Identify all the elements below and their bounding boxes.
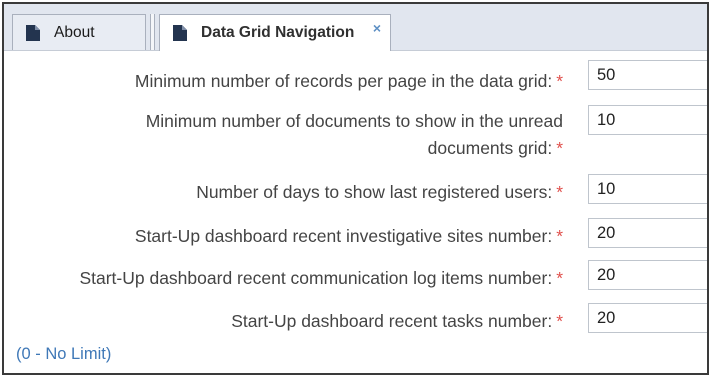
tab-divider [150, 14, 155, 50]
settings-panel: About Data Grid Navigation × Minimum num… [2, 2, 709, 375]
field-label-text: Minimum number of records per page in th… [134, 71, 553, 91]
document-icon [173, 25, 187, 41]
no-limit-note: (0 - No Limit) [16, 345, 112, 363]
field-label: Minimum number of documents to show in t… [146, 108, 563, 162]
tab-about[interactable]: About [12, 14, 146, 50]
required-asterisk: * [556, 182, 563, 202]
field-label-text: Number of days to show last registered u… [196, 182, 553, 202]
recent-sites-input[interactable] [588, 218, 707, 248]
field-label-text: Start-Up dashboard recent tasks number: [231, 311, 553, 331]
required-asterisk: * [556, 71, 563, 91]
field-label: Start-Up dashboard recent investigative … [135, 223, 563, 250]
required-asterisk: * [556, 138, 563, 158]
tab-data-grid-navigation[interactable]: Data Grid Navigation × [159, 14, 391, 51]
field-label: Minimum number of records per page in th… [135, 68, 563, 95]
tab-data-grid-navigation-label: Data Grid Navigation [201, 24, 355, 41]
unread-documents-input[interactable] [588, 105, 707, 135]
recent-communication-log-input[interactable] [588, 260, 707, 290]
required-asterisk: * [556, 268, 563, 288]
close-icon[interactable]: × [373, 20, 381, 36]
field-label-text: Start-Up dashboard recent investigative … [134, 226, 553, 246]
tab-about-label: About [54, 23, 95, 41]
required-asterisk: * [556, 311, 563, 331]
records-per-page-input[interactable] [588, 60, 707, 90]
field-label-text: Start-Up dashboard recent communication … [79, 268, 553, 288]
field-label: Start-Up dashboard recent communication … [79, 265, 563, 292]
document-icon [26, 24, 40, 41]
field-label: Start-Up dashboard recent tasks number: * [231, 308, 563, 335]
tab-bar: About Data Grid Navigation × [4, 4, 707, 51]
field-label-text: documents grid: [427, 138, 553, 158]
registered-users-days-input[interactable] [588, 174, 707, 204]
field-label: Number of days to show last registered u… [196, 179, 563, 206]
field-label-text: Minimum number of documents to show in t… [145, 111, 563, 131]
recent-tasks-input[interactable] [588, 303, 707, 333]
required-asterisk: * [556, 226, 563, 246]
